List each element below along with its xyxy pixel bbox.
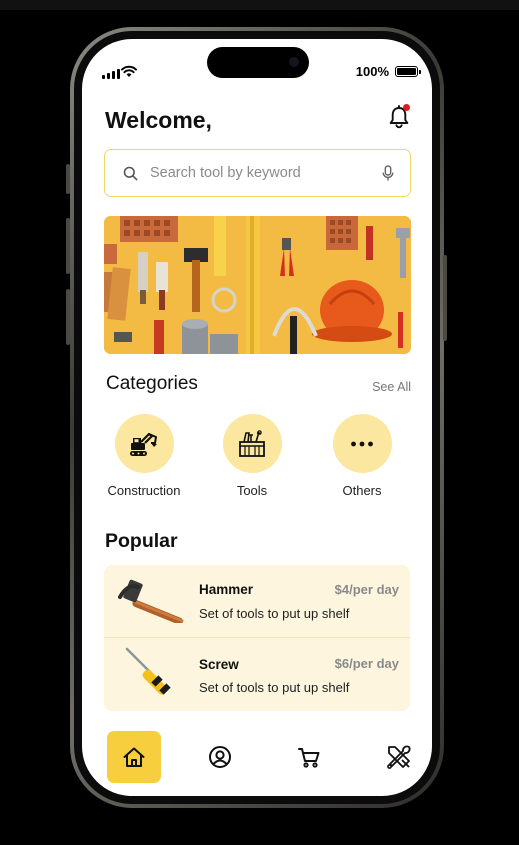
toolbox-icon <box>239 429 265 457</box>
power-button <box>443 255 447 341</box>
search-input[interactable] <box>150 165 382 181</box>
popular-item-name: Screw <box>199 657 239 672</box>
category-others[interactable]: Others <box>312 414 412 498</box>
battery-percentage: 100% <box>355 64 389 79</box>
popular-item-description: Set of tools to put up shelf <box>199 680 350 695</box>
popular-item-price: $6/per day <box>334 656 399 671</box>
nav-cart[interactable] <box>282 731 336 783</box>
category-tools[interactable]: Tools <box>202 414 302 498</box>
category-construction-circle <box>114 414 174 473</box>
popular-item-description: Set of tools to put up shelf <box>199 606 350 621</box>
popular-list: Hammer $4/per day Set of tools to put up… <box>104 565 410 711</box>
home-icon <box>123 747 145 767</box>
nav-profile[interactable] <box>193 731 247 783</box>
popular-heading: Popular <box>105 530 178 552</box>
cart-icon <box>298 748 320 768</box>
app-screen: 100% Welcome, Search tool by keyword Cat… <box>82 39 432 796</box>
cellular-signal-icon <box>102 69 120 79</box>
notification-button[interactable] <box>388 104 410 129</box>
hammer-icon <box>118 579 184 623</box>
volume-up-button <box>66 218 70 274</box>
nav-home[interactable] <box>107 731 161 783</box>
status-bar: 100% <box>82 39 432 89</box>
categories-heading: Categories <box>106 373 198 394</box>
screwdriver-icon <box>125 647 171 695</box>
wifi-icon <box>121 65 137 77</box>
phone-frame: 100% Welcome, Search tool by keyword Cat… <box>70 27 444 808</box>
tools-icon <box>387 745 411 769</box>
bottom-navigation <box>82 731 432 785</box>
category-construction-label: Construction <box>107 483 181 498</box>
see-all-link[interactable]: See All <box>372 380 411 394</box>
search-icon <box>123 166 138 180</box>
excavator-icon <box>130 432 157 456</box>
camera-dot <box>289 57 299 67</box>
category-construction[interactable]: Construction <box>94 414 194 498</box>
welcome-heading: Welcome, <box>105 107 212 133</box>
category-tools-label: Tools <box>236 483 268 498</box>
category-others-circle <box>332 414 392 473</box>
silent-switch <box>66 164 70 194</box>
microphone-icon[interactable] <box>382 164 394 182</box>
popular-item-hammer[interactable]: Hammer $4/per day Set of tools to put up… <box>104 565 410 637</box>
profile-icon <box>209 746 231 768</box>
tools-flatlay-image <box>104 216 411 354</box>
more-dots-icon <box>351 441 373 446</box>
phone-bezel: 100% Welcome, Search tool by keyword Cat… <box>74 31 440 804</box>
top-strip <box>0 0 519 10</box>
category-others-label: Others <box>342 483 382 498</box>
nav-tools[interactable] <box>372 731 426 783</box>
dynamic-island <box>207 47 309 78</box>
search-bar[interactable] <box>104 149 411 197</box>
category-tools-circle <box>222 414 282 473</box>
battery-icon <box>395 66 421 77</box>
popular-item-price: $4/per day <box>334 582 399 597</box>
popular-item-name: Hammer <box>199 582 254 597</box>
notification-badge <box>403 104 410 111</box>
popular-item-screw[interactable]: Screw $6/per day Set of tools to put up … <box>104 637 410 709</box>
volume-down-button <box>66 289 70 345</box>
promo-banner[interactable] <box>104 216 411 354</box>
